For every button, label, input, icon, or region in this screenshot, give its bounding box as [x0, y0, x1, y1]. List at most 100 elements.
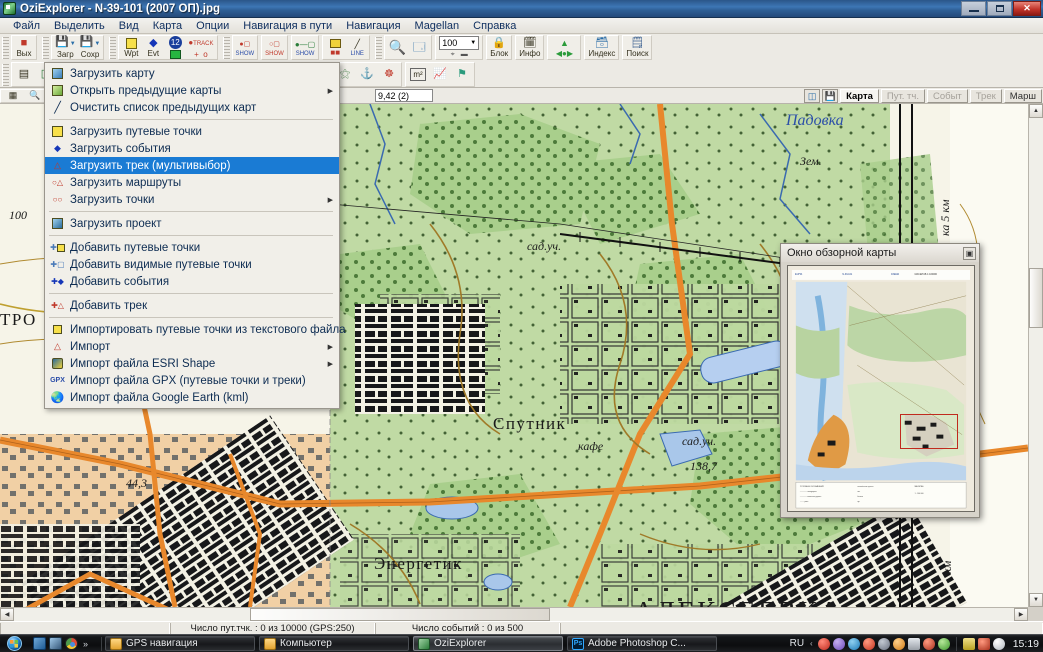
coord-grid-icon[interactable]: ▦ — [2, 90, 24, 102]
task-photoshop[interactable]: Ps Adobe Photoshop C... — [567, 636, 718, 651]
menuitem-import-gpx[interactable]: GPX Импорт файла GPX (путевые точки и тр… — [45, 372, 339, 389]
toolbar-grip-5[interactable] — [375, 36, 383, 59]
vscroll-thumb[interactable] — [1029, 268, 1043, 328]
exit-button[interactable]: ■ Вых — [13, 36, 35, 59]
index-button[interactable]: 🗃 Индекс — [586, 36, 617, 59]
save-button[interactable]: 💾▼ Сохр — [78, 36, 103, 59]
wp-show-button[interactable]: ●▢ SHOW — [234, 36, 257, 59]
coord-pick-icon[interactable]: 🔍 — [24, 90, 46, 102]
menuitem-clear-recent[interactable]: ╱ Очистить список предыдущих карт — [45, 99, 339, 116]
search-button[interactable]: 🗒 Поиск — [624, 36, 650, 59]
menuitem-load-map[interactable]: Загрузить карту — [45, 65, 339, 82]
task-computer[interactable]: Компьютер — [259, 636, 410, 651]
event-button[interactable]: ◆ Evt — [142, 36, 164, 59]
windows-start-orb[interactable] — [1, 636, 27, 652]
menuitem-add-visible-waypoints[interactable]: ✚▢ Добавить видимые путевые точки — [45, 256, 339, 273]
menu-options[interactable]: Опции — [189, 19, 236, 33]
menuitem-import-text-waypoints[interactable]: Импортировать путевые точки из текстовог… — [45, 321, 346, 338]
media-icon[interactable] — [832, 637, 845, 650]
tab-routes[interactable]: Марш — [1003, 89, 1042, 103]
recorder-icon[interactable] — [862, 637, 875, 650]
route-show-button[interactable]: ●—▢ SHOW — [293, 36, 317, 59]
volume-icon[interactable] — [992, 637, 1005, 650]
vertical-scrollbar[interactable]: ▲ ▼ — [1028, 104, 1043, 607]
chrome-icon[interactable] — [65, 637, 78, 650]
info-button[interactable]: 🗓 Инфо — [517, 36, 542, 59]
save-tray-icon[interactable] — [907, 637, 920, 650]
lock-button[interactable]: 🔒 Блок — [488, 36, 510, 59]
scale-field[interactable]: 9,42 (2) — [375, 89, 433, 102]
horizontal-scrollbar[interactable]: ◀ ▶ — [0, 607, 1028, 621]
pan-button[interactable]: ▲ ◀●▶ — [549, 36, 579, 59]
toolbar-grip-4[interactable] — [222, 36, 230, 59]
file-menu-dropdown[interactable]: Загрузить карту Открыть предыдущие карты… — [44, 62, 346, 409]
menu-select[interactable]: Выделить — [47, 19, 112, 33]
menuitem-load-routes[interactable]: ○△ Загрузить маршруты — [45, 174, 339, 191]
restore-button[interactable] — [987, 1, 1012, 16]
menuitem-import[interactable]: △ Импорт ▶ — [45, 338, 339, 355]
menu-help[interactable]: Справка — [466, 19, 523, 33]
line-button[interactable]: ╱ LINE — [346, 36, 368, 59]
task-oziexplorer[interactable]: OziExplorer — [413, 636, 564, 651]
monitor-icon[interactable] — [977, 637, 990, 650]
menuitem-load-waypoints[interactable]: Загрузить путевые точки — [45, 123, 339, 140]
map-window-button[interactable]: 🗔 — [408, 36, 430, 59]
lifebuoy-button[interactable]: ☸ — [378, 63, 400, 86]
network-icon[interactable] — [877, 637, 890, 650]
tool-tray-icon[interactable] — [922, 637, 935, 650]
language-indicator[interactable]: RU — [790, 638, 804, 649]
toolbar-grip[interactable] — [2, 36, 9, 59]
close-icon[interactable]: ▣ — [963, 246, 976, 260]
save-disk-icon[interactable]: 💾 — [822, 89, 839, 103]
show-desktop-icon[interactable] — [33, 637, 46, 650]
zoom-fit-icon[interactable]: ▬ — [461, 51, 468, 59]
load-button[interactable]: 💾▼ Загр — [53, 36, 78, 59]
magnifier-button[interactable]: 🔍 — [386, 36, 408, 59]
tray-expand-chevron[interactable]: ‹ — [810, 639, 813, 648]
gauge-icon[interactable] — [937, 637, 950, 650]
scroll-down-arrow[interactable]: ▼ — [1029, 593, 1043, 607]
menu-file[interactable]: Файл — [6, 19, 47, 33]
scroll-right-arrow[interactable]: ▶ — [1014, 608, 1028, 621]
toolbar-grip-3[interactable] — [109, 36, 117, 59]
menuitem-load-project[interactable]: Загрузить проект — [45, 215, 339, 232]
balloon-button[interactable]: ⚑ — [451, 63, 473, 86]
menuitem-add-track[interactable]: ✚△ Добавить трек — [45, 297, 339, 314]
tab-waypoints[interactable]: Пут. тч. — [880, 89, 926, 103]
profile-button[interactable]: 📈 — [429, 63, 451, 86]
overview-map-window[interactable]: Окно обзорной карты ▣ КАРТА N-39-101 СХЕМА… — [780, 243, 980, 518]
task-gps-navigation[interactable]: GPS навигация — [105, 636, 256, 651]
toolbar-grip-2[interactable] — [42, 36, 49, 59]
taskbar-clock[interactable]: 15:19 — [1013, 638, 1039, 650]
battery-icon[interactable] — [962, 637, 975, 650]
scroll-up-arrow[interactable]: ▲ — [1029, 104, 1043, 118]
overview-map-image[interactable]: КАРТА N-39-101 СХЕМА МАСШТАБ 1:100000 УС… — [787, 265, 975, 512]
overview-viewport-rect[interactable] — [900, 414, 958, 449]
menuitem-add-events[interactable]: ✚◆ Добавить события — [45, 273, 339, 290]
zoom-reset-icon[interactable]: ⌖ — [451, 51, 455, 59]
grid-button[interactable]: ▤ — [13, 63, 35, 86]
menu-navigation[interactable]: Навигация — [339, 19, 407, 33]
menu-map[interactable]: Карта — [146, 19, 189, 33]
menu-magellan[interactable]: Magellan — [408, 19, 467, 33]
sync-icon[interactable] — [847, 637, 860, 650]
hscroll-thumb[interactable] — [250, 608, 550, 621]
menuitem-load-points[interactable]: ○○ Загрузить точки ▶ — [45, 191, 339, 208]
menuitem-import-esri-shape[interactable]: Импорт файла ESRI Shape ▶ — [45, 355, 339, 372]
waypoint-button[interactable]: Wpt — [120, 36, 142, 59]
minimize-button[interactable] — [961, 1, 986, 16]
m2-button[interactable]: m² — [407, 63, 429, 86]
menuitem-load-events[interactable]: ◆ Загрузить события — [45, 140, 339, 157]
tab-track[interactable]: Трек — [969, 89, 1002, 103]
menu-nav-route[interactable]: Навигация в пути — [236, 19, 339, 33]
point-show-button[interactable]: ○▢ SHOW — [263, 36, 286, 59]
zoom-combo[interactable]: 100 ▼ — [439, 36, 480, 50]
quick-launch-chevron[interactable]: » — [81, 639, 94, 649]
toolbar-grip-6[interactable] — [2, 63, 9, 86]
tab-karta[interactable]: Карта — [840, 89, 879, 103]
menuitem-add-waypoints[interactable]: ✚ Добавить путевые точки — [45, 239, 339, 256]
map-features-button[interactable]: ■■ — [324, 36, 346, 59]
menuitem-load-track[interactable]: △ Загрузить трек (мультивыбор) — [45, 157, 339, 174]
menu-view[interactable]: Вид — [112, 19, 146, 33]
numbered-button[interactable]: 12 — [164, 36, 186, 59]
